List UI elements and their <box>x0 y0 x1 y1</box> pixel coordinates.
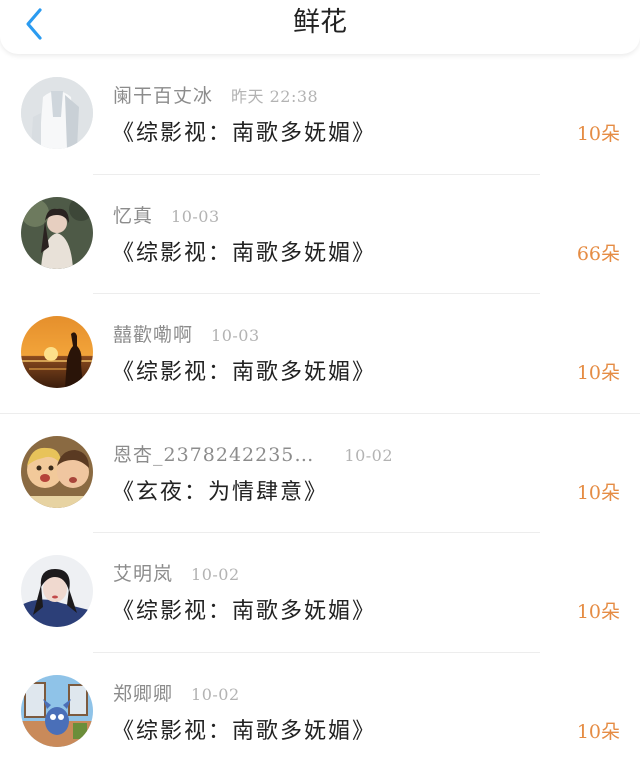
list-item[interactable]: 郑卿卿 10-02 《综影视：南歌多妩媚》 10朵 <box>0 653 640 772</box>
list-item[interactable]: 囍歡嘞啊 10-03 《综影视：南歌多妩媚》 10朵 <box>0 294 640 414</box>
avatar[interactable] <box>21 436 93 508</box>
list-item[interactable]: 忆真 10-03 《综影视：南歌多妩媚》 66朵 <box>0 175 640 295</box>
username: 阑干百丈冰 <box>113 81 213 108</box>
book-title[interactable]: 《综影视：南歌多妩媚》 <box>112 593 376 625</box>
flower-count: 66朵 <box>577 239 620 266</box>
flower-count: 10朵 <box>577 597 620 624</box>
flower-gift-list: 阑干百丈冰 昨天 22:38 《综影视：南歌多妩媚》 10朵 忆真 10-03 … <box>0 55 640 772</box>
username: 恩杏_2378242235… <box>113 440 314 467</box>
book-title[interactable]: 《综影视：南歌多妩媚》 <box>112 713 376 745</box>
list-item[interactable]: 阑干百丈冰 昨天 22:38 《综影视：南歌多妩媚》 10朵 <box>0 55 640 175</box>
avatar[interactable] <box>21 197 93 269</box>
timestamp: 10-02 <box>191 685 240 704</box>
list-item[interactable]: 艾明岚 10-02 《综影视：南歌多妩媚》 10朵 <box>0 533 640 653</box>
flower-count: 10朵 <box>577 358 620 385</box>
list-item[interactable]: 恩杏_2378242235… 10-02 《玄夜：为情肆意》 10朵 <box>0 414 640 534</box>
flower-count: 10朵 <box>577 717 620 744</box>
username: 郑卿卿 <box>113 679 173 706</box>
book-title[interactable]: 《玄夜：为情肆意》 <box>112 474 328 506</box>
flower-count: 10朵 <box>577 478 620 505</box>
avatar[interactable] <box>21 77 93 149</box>
book-title[interactable]: 《综影视：南歌多妩媚》 <box>112 235 376 267</box>
timestamp: 昨天 22:38 <box>231 83 318 107</box>
book-title[interactable]: 《综影视：南歌多妩媚》 <box>112 354 376 386</box>
timestamp: 10-03 <box>171 207 220 226</box>
top-nav-bar: 鲜花 <box>0 0 640 54</box>
username: 囍歡嘞啊 <box>113 320 193 347</box>
username: 忆真 <box>113 201 153 228</box>
timestamp: 10-02 <box>344 446 393 465</box>
timestamp: 10-03 <box>211 326 260 345</box>
flower-count: 10朵 <box>577 119 620 146</box>
username: 艾明岚 <box>113 559 173 586</box>
avatar[interactable] <box>21 316 93 388</box>
avatar[interactable] <box>21 675 93 747</box>
page-title: 鲜花 <box>0 4 640 42</box>
timestamp: 10-02 <box>191 565 240 584</box>
book-title[interactable]: 《综影视：南歌多妩媚》 <box>112 115 376 147</box>
avatar[interactable] <box>21 555 93 627</box>
